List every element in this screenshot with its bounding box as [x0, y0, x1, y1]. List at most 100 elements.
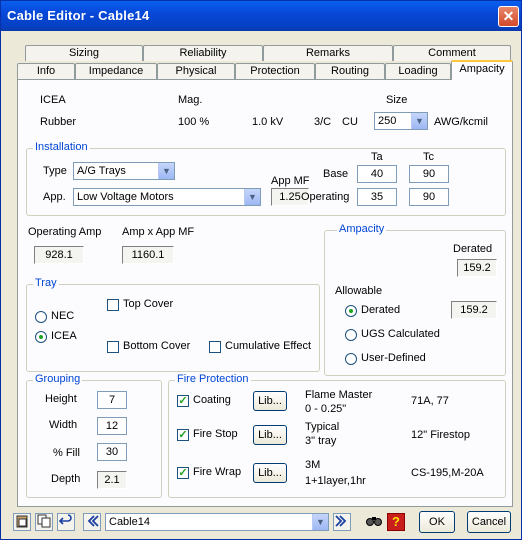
fire-stop-desc1: Typical — [305, 421, 340, 433]
cumulative-effect-checkbox[interactable] — [209, 341, 221, 353]
size-select-value: 250 — [378, 115, 397, 127]
operating-tc-input[interactable]: 90 — [409, 188, 449, 206]
help-icon[interactable]: ? — [387, 513, 405, 531]
chevron-down-icon[interactable]: ▼ — [244, 189, 260, 205]
base-ta-input[interactable]: 40 — [357, 165, 397, 183]
type-label: Type — [43, 165, 67, 177]
allowable-derated-value: 159.2 — [451, 301, 497, 319]
ampacity-group: Ampacity Derated 159.2 Allowable Derated… — [324, 223, 506, 376]
size-select[interactable]: 250 ▼ — [374, 112, 428, 130]
coating-label: Coating — [193, 394, 231, 406]
cable-select[interactable]: Cable14 ▼ — [105, 513, 329, 531]
fire-stop-desc2: 3" tray — [305, 435, 337, 447]
chevron-down-icon[interactable]: ▼ — [312, 514, 328, 530]
derated-radio[interactable] — [345, 305, 357, 317]
conductor-count: 3/C — [314, 116, 332, 128]
bottom-cover-checkbox[interactable] — [107, 341, 119, 353]
height-input[interactable]: 7 — [97, 391, 127, 409]
tab-reliability[interactable]: Reliability — [143, 45, 263, 61]
fire-wrap-desc1: 3M — [305, 459, 321, 471]
height-label: Height — [45, 393, 77, 405]
icea-radio-label: ICEA — [51, 330, 77, 342]
fire-wrap-desc2: 1+1layer,1hr — [305, 475, 366, 487]
ampacity-panel: ICEA Rubber Mag. 100 % 1.0 kV 3/C CU Siz… — [17, 79, 513, 507]
tab-impedance[interactable]: Impedance — [75, 63, 157, 79]
cable-select-value: Cable14 — [109, 516, 150, 528]
tab-ampacity[interactable]: Ampacity — [451, 60, 513, 80]
window-title: Cable Editor - Cable14 — [7, 8, 150, 23]
tab-sizing[interactable]: Sizing — [25, 45, 143, 61]
type-select-value: A/G Trays — [77, 165, 126, 177]
user-defined-radio[interactable] — [345, 353, 357, 365]
size-label: Size — [386, 94, 408, 106]
fire-protection-legend: Fire Protection — [175, 373, 251, 385]
app-select[interactable]: Low Voltage Motors ▼ — [73, 188, 261, 206]
undo-icon[interactable] — [57, 513, 75, 531]
depth-value: 2.1 — [97, 471, 127, 489]
nec-radio[interactable] — [35, 311, 47, 323]
tab-row-front: Info Impedance Physical Protection Routi… — [17, 60, 517, 80]
tray-group: Tray NEC ICEA Top Cover Bottom Cover Cum… — [26, 277, 320, 372]
operating-ta-input[interactable]: 35 — [357, 188, 397, 206]
coating-code: 71A, 77 — [411, 395, 449, 407]
app-mf-label: App MF — [271, 175, 310, 187]
app-select-value: Low Voltage Motors — [77, 191, 174, 203]
ampacity-legend: Ampacity — [337, 223, 387, 235]
width-label: Width — [49, 419, 78, 431]
operating-amp-value: 928.1 — [34, 246, 84, 264]
fire-wrap-label: Fire Wrap — [193, 466, 242, 478]
fire-wrap-checkbox[interactable]: ✓ — [177, 467, 189, 479]
standard-label: ICEA — [40, 94, 66, 106]
tab-loading[interactable]: Loading — [385, 63, 451, 79]
find-icon[interactable] — [365, 513, 383, 531]
allowable-label: Allowable — [335, 285, 383, 297]
cancel-button[interactable]: Cancel — [467, 511, 511, 533]
close-button[interactable]: ✕ — [498, 6, 519, 27]
coating-desc2: 0 - 0.25" — [305, 403, 347, 415]
base-label: Base — [323, 168, 349, 180]
coating-checkbox[interactable]: ✓ — [177, 395, 189, 407]
paste-icon[interactable] — [13, 513, 31, 531]
ok-button[interactable]: OK — [419, 511, 455, 533]
ugs-radio[interactable] — [345, 329, 357, 341]
tab-physical[interactable]: Physical — [157, 63, 235, 79]
fill-label: % Fill — [53, 447, 80, 459]
installation-group: Installation Type A/G Trays ▼ App. Low V… — [26, 141, 506, 216]
tab-comment[interactable]: Comment — [393, 45, 511, 61]
fire-stop-lib-button[interactable]: Lib... — [253, 425, 287, 445]
kv-value: 1.0 kV — [252, 116, 284, 128]
coating-desc1: Flame Master — [305, 389, 373, 401]
fire-stop-code: 12" Firestop — [411, 429, 470, 441]
fire-stop-checkbox[interactable]: ✓ — [177, 429, 189, 441]
chevron-down-icon[interactable]: ▼ — [411, 113, 427, 129]
cumulative-effect-label: Cumulative Effect — [225, 340, 312, 352]
title-bar[interactable]: Cable Editor - Cable14 ✕ — [1, 1, 521, 31]
copy-icon[interactable] — [35, 513, 53, 531]
fire-stop-label: Fire Stop — [193, 428, 238, 440]
top-cover-checkbox[interactable] — [107, 299, 119, 311]
back-icon[interactable] — [83, 513, 101, 531]
tab-routing[interactable]: Routing — [315, 63, 385, 79]
fire-wrap-lib-button[interactable]: Lib... — [253, 463, 287, 483]
tray-legend: Tray — [33, 277, 59, 289]
tab-info[interactable]: Info — [17, 63, 75, 79]
amp-x-mf-value: 1160.1 — [122, 246, 174, 264]
width-input[interactable]: 12 — [97, 417, 127, 435]
installation-legend: Installation — [33, 141, 90, 153]
top-cover-label: Top Cover — [123, 298, 174, 310]
depth-label: Depth — [51, 473, 81, 485]
chevron-down-icon[interactable]: ▼ — [158, 163, 174, 179]
icea-radio[interactable] — [35, 331, 47, 343]
mag-label: Mag. — [178, 94, 203, 106]
forward-icon[interactable] — [333, 513, 351, 531]
tab-remarks[interactable]: Remarks — [263, 45, 393, 61]
base-tc-input[interactable]: 90 — [409, 165, 449, 183]
fill-input[interactable]: 30 — [97, 443, 127, 461]
type-select[interactable]: A/G Trays ▼ — [73, 162, 175, 180]
tab-protection[interactable]: Protection — [235, 63, 315, 79]
tab-row-back: Sizing Reliability Remarks Comment — [13, 45, 513, 61]
user-defined-radio-label: User-Defined — [361, 352, 426, 364]
grouping-legend: Grouping — [33, 373, 83, 385]
tc-label: Tc — [423, 151, 434, 163]
coating-lib-button[interactable]: Lib... — [253, 391, 287, 411]
